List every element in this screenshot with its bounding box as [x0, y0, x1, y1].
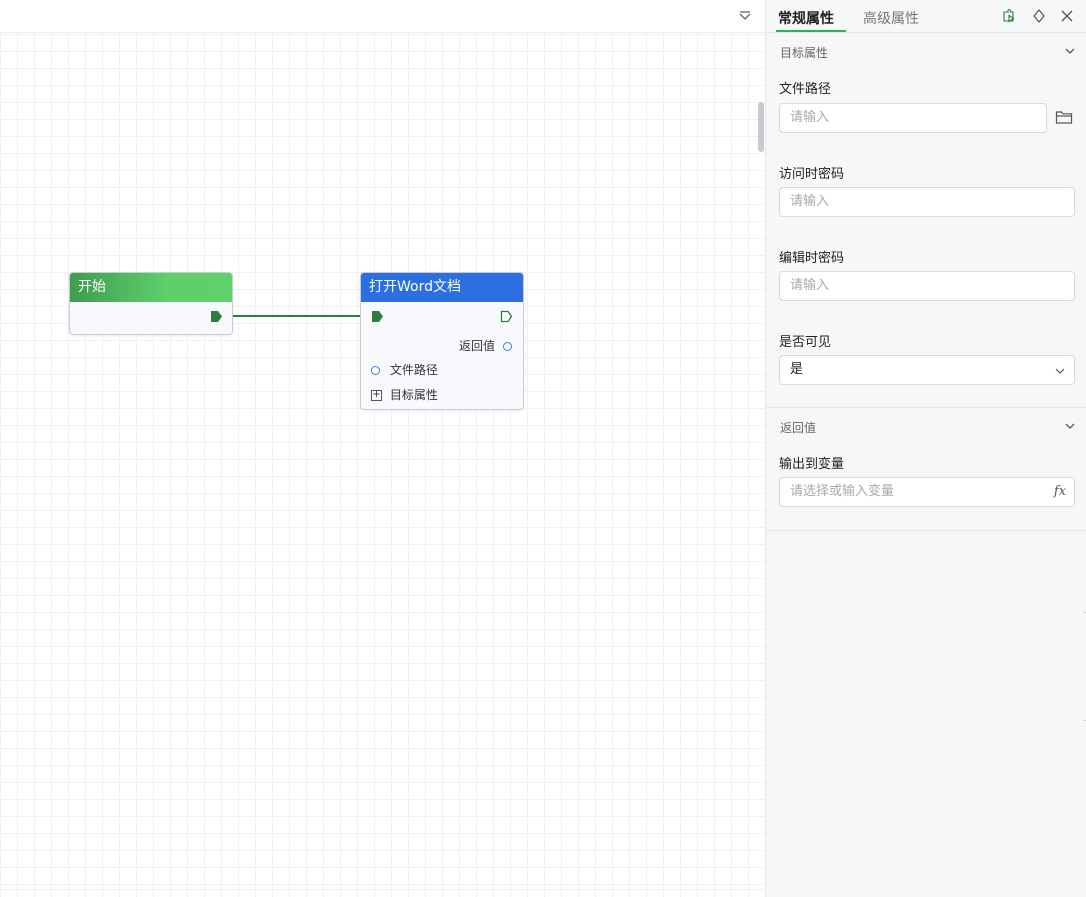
fx-button[interactable]: fx	[1046, 477, 1075, 507]
chevron-down-icon[interactable]	[1064, 45, 1076, 57]
properties-panel: 常规属性 高级属性 目标属性 文件路径 请输入 访问时密码 请输入 编辑时密码 …	[766, 0, 1086, 897]
chevron-down-icon[interactable]	[737, 9, 753, 25]
visible-label: 是否可见	[779, 335, 832, 350]
divider	[0, 889, 766, 890]
return-port-row: 返回值	[459, 337, 512, 354]
output-port[interactable]	[500, 310, 513, 323]
edit-password-label: 编辑时密码	[779, 251, 845, 266]
edge-layer	[221, 315, 366, 317]
node-open-word[interactable]: 打开Word文档 返回值 文件路径 + 目标属性	[360, 272, 524, 410]
file-path-label: 文件路径	[779, 82, 832, 97]
group-row[interactable]: + 目标属性	[371, 386, 438, 403]
section-title-target: 目标属性	[780, 46, 829, 60]
edit-password-input[interactable]: 请输入	[779, 271, 1075, 301]
section-divider	[766, 407, 1086, 408]
panel-tabs: 常规属性 高级属性	[766, 0, 1086, 33]
return-port[interactable]	[502, 342, 512, 351]
file-path-input[interactable]: 请输入	[779, 103, 1047, 133]
chevron-down-icon[interactable]	[1064, 420, 1076, 432]
close-icon[interactable]	[1059, 8, 1075, 24]
run-icon[interactable]	[1001, 8, 1017, 24]
tab-advanced[interactable]: 高级属性	[863, 8, 919, 28]
chevron-down-icon	[1055, 368, 1065, 374]
output-port[interactable]	[210, 310, 223, 323]
input-port[interactable]	[371, 310, 384, 323]
section-title-return: 返回值	[780, 421, 817, 435]
expand-icon[interactable]: +	[371, 390, 382, 401]
flow-canvas[interactable]: 开始 打开Word文档 返回值 文件路径 + 目标属性	[0, 0, 766, 897]
vertical-scrollbar[interactable]	[758, 102, 764, 152]
canvas-toolbar	[0, 0, 765, 33]
node-start[interactable]: 开始	[69, 272, 233, 335]
node-title: 打开Word文档	[361, 273, 523, 302]
file-path-port[interactable]	[371, 366, 380, 375]
visible-value: 是	[790, 362, 804, 377]
group-label: 目标属性	[389, 388, 438, 402]
diamond-icon[interactable]	[1031, 8, 1047, 24]
return-label: 返回值	[459, 339, 496, 353]
visible-select[interactable]: 是	[779, 355, 1075, 385]
output-var-input[interactable]: 请选择或输入变量	[779, 477, 1047, 507]
open-password-input[interactable]: 请输入	[779, 187, 1075, 217]
input-port-row: 文件路径	[371, 361, 438, 378]
node-title: 开始	[70, 273, 232, 302]
open-password-label: 访问时密码	[779, 167, 845, 182]
section-divider	[766, 530, 1086, 531]
output-var-label: 输出到变量	[779, 457, 845, 472]
file-path-label: 文件路径	[389, 363, 438, 377]
tab-general[interactable]: 常规属性	[778, 8, 834, 28]
folder-icon[interactable]	[1055, 109, 1073, 125]
active-tab-indicator	[776, 30, 846, 32]
